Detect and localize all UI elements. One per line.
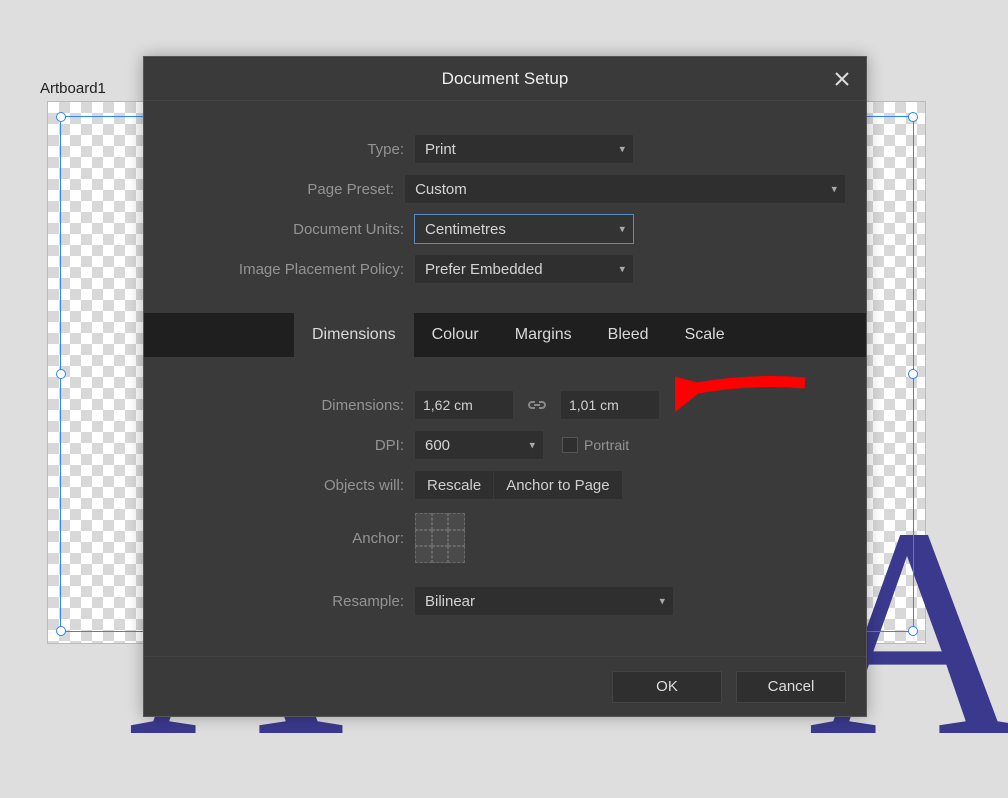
objects-will-label: Objects will: <box>164 477 414 494</box>
ok-button[interactable]: OK <box>612 671 722 703</box>
anchor-to-page-button[interactable]: Anchor to Page <box>494 470 622 500</box>
link-icon <box>527 398 547 412</box>
page-preset-label: Page Preset: <box>164 181 404 198</box>
tabs-bar: DimensionsColourMarginsBleedScale <box>144 313 866 357</box>
height-value: 1,01 cm <box>569 397 619 413</box>
dpi-select[interactable]: 600 ▾ <box>414 430 544 460</box>
tab-dimensions[interactable]: Dimensions <box>294 313 414 357</box>
page-preset-select[interactable]: Custom ▾ <box>404 174 846 204</box>
dialog-footer: OK Cancel <box>144 656 866 716</box>
dimensions-label: Dimensions: <box>164 397 414 414</box>
portrait-label: Portrait <box>584 437 629 453</box>
document-units-value: Centimetres <box>425 221 506 238</box>
image-placement-value: Prefer Embedded <box>425 261 543 278</box>
dpi-label: DPI: <box>164 437 414 454</box>
type-select[interactable]: Print ▾ <box>414 134 634 164</box>
anchor-grid[interactable] <box>414 512 466 564</box>
resample-label: Resample: <box>164 593 414 610</box>
setup-top-section: Type: Print ▾ Page Preset: Custom ▾ Docu… <box>144 101 866 313</box>
resample-select[interactable]: Bilinear ▾ <box>414 586 674 616</box>
rescale-button[interactable]: Rescale <box>414 470 494 500</box>
dpi-value: 600 <box>425 437 450 454</box>
artboard-label: Artboard1 <box>40 80 106 97</box>
width-value: 1,62 cm <box>423 397 473 413</box>
chevron-down-icon: ▾ <box>619 223 625 236</box>
image-placement-select[interactable]: Prefer Embedded ▾ <box>414 254 634 284</box>
document-units-select[interactable]: Centimetres ▾ <box>414 214 634 244</box>
image-placement-label: Image Placement Policy: <box>164 261 414 278</box>
dialog-title: Document Setup <box>442 69 569 88</box>
chevron-down-icon: ▾ <box>619 143 625 156</box>
link-dimensions-toggle[interactable] <box>522 390 552 420</box>
type-label: Type: <box>164 141 414 158</box>
resample-value: Bilinear <box>425 593 475 610</box>
portrait-checkbox[interactable] <box>562 437 578 453</box>
dimensions-panel: Dimensions: 1,62 cm 1,01 cm DPI: 600 ▾ P… <box>144 357 866 641</box>
height-input[interactable]: 1,01 cm <box>560 390 660 420</box>
close-icon <box>835 72 849 86</box>
type-value: Print <box>425 141 456 158</box>
chevron-down-icon: ▾ <box>659 595 665 608</box>
objects-will-segmented: Rescale Anchor to Page <box>414 470 623 500</box>
chevron-down-icon: ▾ <box>619 263 625 276</box>
document-setup-dialog: Document Setup Type: Print ▾ Page Preset… <box>143 56 867 717</box>
canvas-background: Artboard1 A A Document Setup Type: Print… <box>0 0 1008 739</box>
dialog-titlebar: Document Setup <box>144 57 866 101</box>
chevron-down-icon: ▾ <box>831 183 837 196</box>
tab-scale[interactable]: Scale <box>667 313 743 357</box>
tab-bleed[interactable]: Bleed <box>590 313 667 357</box>
width-input[interactable]: 1,62 cm <box>414 390 514 420</box>
tab-margins[interactable]: Margins <box>497 313 590 357</box>
document-units-label: Document Units: <box>164 221 414 238</box>
cancel-button[interactable]: Cancel <box>736 671 846 703</box>
anchor-label: Anchor: <box>164 530 414 547</box>
close-button[interactable] <box>828 65 856 93</box>
chevron-down-icon: ▾ <box>529 439 535 452</box>
page-preset-value: Custom <box>415 181 467 198</box>
tab-colour[interactable]: Colour <box>414 313 497 357</box>
